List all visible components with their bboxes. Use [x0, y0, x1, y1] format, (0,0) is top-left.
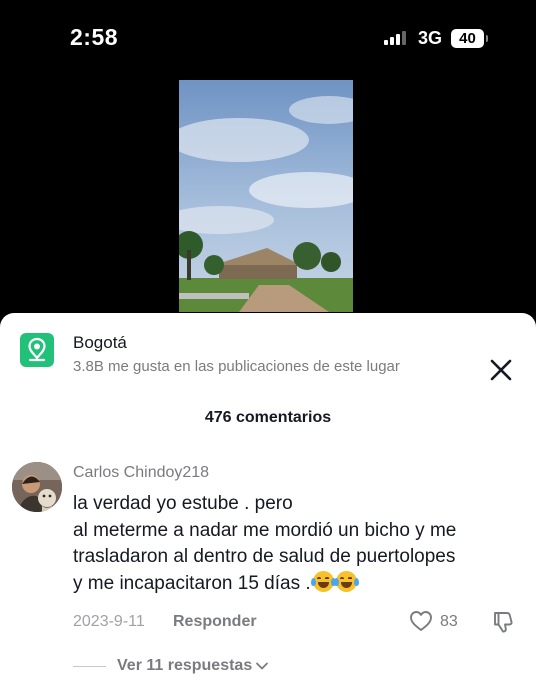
- network-type: 3G: [418, 28, 443, 48]
- comment-line: trasladaron al dentro de salud de puerto…: [73, 546, 456, 567]
- comment-line: al meterme a nadar me mordió un bicho y …: [73, 519, 457, 541]
- chevron-down-icon: [256, 662, 269, 670]
- reply-button[interactable]: Responder: [173, 613, 257, 631]
- comment-author[interactable]: Carlos Chindoy218: [73, 464, 209, 482]
- tears-of-joy-emoji: [333, 570, 359, 592]
- place-header[interactable]: Bogotá 3.8B me gusta en las publicacione…: [20, 333, 520, 381]
- comment-text: la verdad yo estube . pero al meterme a …: [73, 491, 528, 597]
- like-button[interactable]: [409, 610, 433, 632]
- comment-line-last: y me incapacitaron 15 días .: [73, 570, 528, 598]
- battery-icon: 40: [451, 29, 484, 48]
- location-pin-icon: [20, 333, 54, 367]
- comments-count: 476 comentarios: [204, 409, 332, 426]
- status-time: 2:58: [70, 24, 119, 50]
- battery-tip: [486, 35, 488, 42]
- thumbs-down-icon: [494, 612, 513, 633]
- comment-line: y me incapacitaron 15 días .: [73, 572, 311, 594]
- divider: [73, 665, 106, 667]
- comment-item: Carlos Chindoy218 la verdad yo estube . …: [0, 458, 536, 697]
- close-button[interactable]: [488, 357, 514, 383]
- close-icon: [490, 359, 512, 381]
- avatar[interactable]: [12, 462, 62, 512]
- comment-date: 2023-9-11: [73, 613, 145, 630]
- place-name: Bogotá: [73, 333, 127, 352]
- heart-icon: [410, 611, 432, 631]
- video-thumbnail[interactable]: [179, 80, 353, 312]
- dislike-button[interactable]: [490, 610, 516, 634]
- tears-of-joy-emoji: [310, 570, 336, 592]
- cellular-signal-icon: [384, 31, 406, 45]
- status-bar: 2:58 3G 40: [0, 0, 536, 78]
- view-replies-label: Ver 11 respuestas: [117, 657, 253, 674]
- comment-line: la verdad yo estube . pero: [73, 493, 293, 514]
- comments-sheet: Bogotá 3.8B me gusta en las publicacione…: [0, 313, 536, 697]
- view-replies-button[interactable]: Ver 11 respuestas: [73, 656, 269, 676]
- place-stats: 3.8B me gusta en las publicaciones de es…: [73, 358, 400, 375]
- like-count: 83: [440, 613, 458, 630]
